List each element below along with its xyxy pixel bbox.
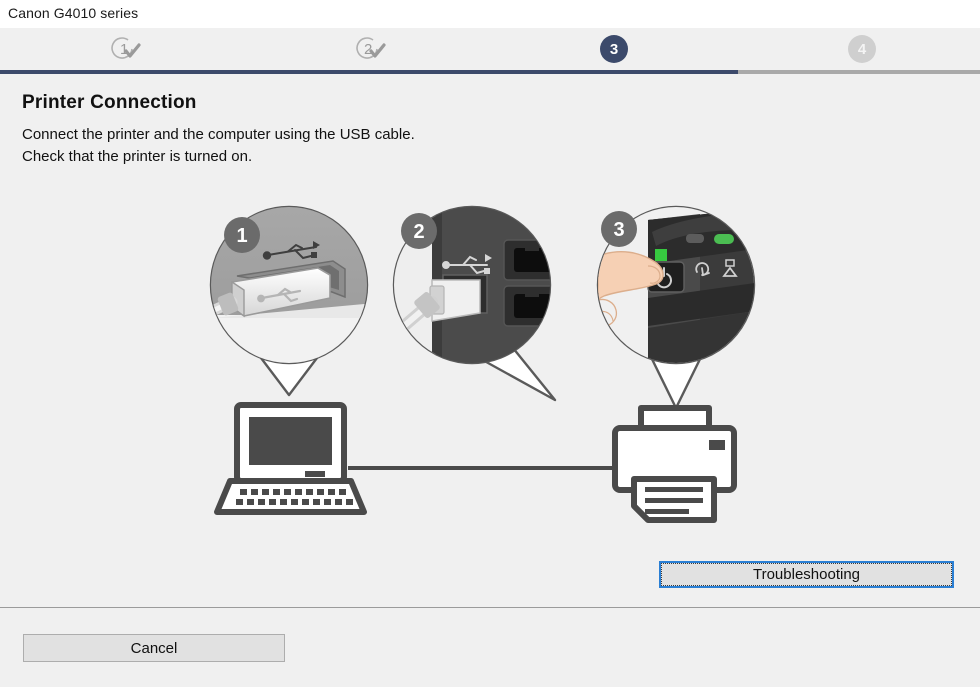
- installer-window: Canon G4010 series 1 2 3 4 Printer Conne…: [0, 0, 980, 687]
- color-button-green: [714, 234, 734, 244]
- svg-text:1: 1: [236, 225, 247, 247]
- step-3-active-badge: 3: [600, 35, 628, 63]
- step-indicator-2: 2: [341, 28, 401, 70]
- color-button-orange: [744, 236, 754, 246]
- svg-text:2: 2: [413, 221, 424, 243]
- window-title: Canon G4010 series: [8, 5, 139, 21]
- footer-divider: [0, 607, 980, 608]
- callout-bubble-2: 2: [392, 205, 557, 402]
- step-indicator-3: 3: [584, 28, 644, 70]
- printer-icon: [612, 405, 737, 523]
- svg-text:3: 3: [613, 219, 624, 241]
- progress-track: [0, 70, 980, 74]
- step-4-upcoming-badge: 4: [848, 35, 876, 63]
- title-bar: Canon G4010 series: [0, 0, 980, 28]
- cancel-button-label: Cancel: [130, 639, 178, 657]
- progress-fill: [0, 70, 738, 74]
- page-description: Connect the printer and the computer usi…: [22, 124, 415, 168]
- power-led: [655, 249, 667, 261]
- svg-text:1: 1: [120, 41, 128, 58]
- callout-bubble-1: 1: [209, 205, 369, 397]
- description-line-2: Check that the printer is turned on.: [22, 148, 253, 165]
- page-title: Printer Connection: [22, 92, 197, 113]
- step-2-completed-icon: 2: [351, 33, 391, 65]
- step-1-completed-icon: 1: [106, 33, 146, 65]
- step-indicator-1: 1: [96, 28, 156, 70]
- laptop-icon: [214, 402, 367, 515]
- step-indicator-4: 4: [832, 28, 892, 70]
- connection-illustration: 1 2 3: [0, 190, 980, 530]
- step-indicator-bar: 1 2 3 4: [0, 28, 980, 70]
- troubleshooting-button-label: Troubleshooting: [752, 566, 860, 583]
- troubleshooting-button[interactable]: Troubleshooting: [659, 561, 954, 588]
- description-line-1: Connect the printer and the computer usi…: [22, 126, 415, 143]
- cancel-button[interactable]: Cancel: [23, 634, 285, 662]
- callout-bubble-3: 3: [596, 205, 756, 410]
- troubleshooting-button-focus-ring: Troubleshooting: [661, 563, 952, 586]
